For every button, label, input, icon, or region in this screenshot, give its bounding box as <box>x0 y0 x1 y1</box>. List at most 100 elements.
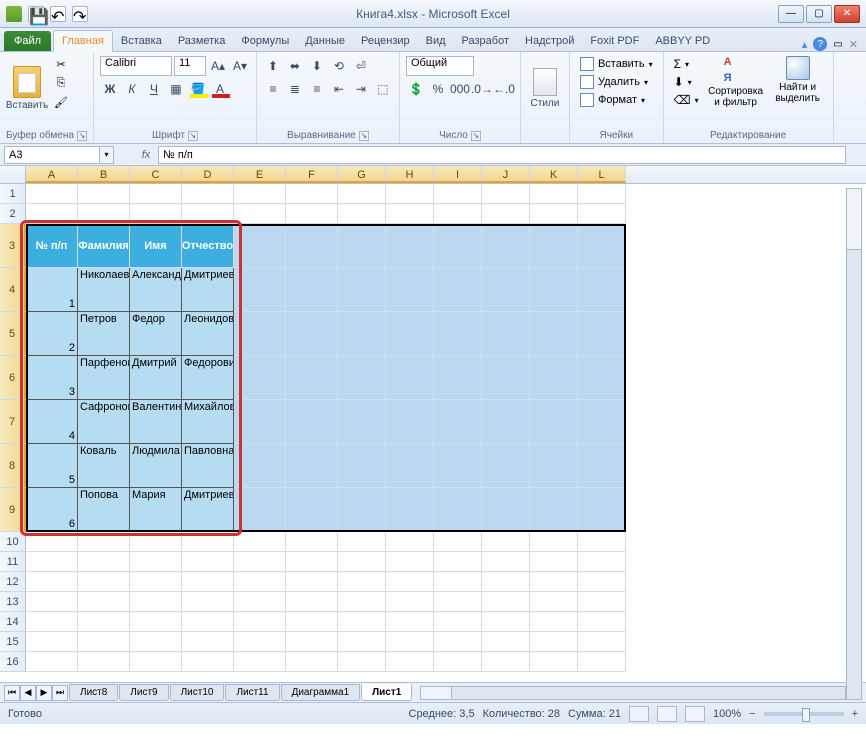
cell-D5[interactable]: Леонидович <box>182 312 234 356</box>
tab-разметка[interactable]: Разметка <box>170 31 234 51</box>
cell-I11[interactable] <box>434 552 482 572</box>
sheet-tab-Лист10[interactable]: Лист10 <box>170 684 225 701</box>
clipboard-dialog-launcher[interactable]: ↘ <box>77 131 87 141</box>
cell-E15[interactable] <box>234 632 286 652</box>
shrink-font-icon[interactable]: A▾ <box>230 56 250 76</box>
cell-J15[interactable] <box>482 632 530 652</box>
cell-D1[interactable] <box>182 184 234 204</box>
cell-K4[interactable] <box>530 268 578 312</box>
cell-G12[interactable] <box>338 572 386 592</box>
cell-B10[interactable] <box>78 532 130 552</box>
cell-C10[interactable] <box>130 532 182 552</box>
cell-I3[interactable] <box>434 224 482 268</box>
cell-K3[interactable] <box>530 224 578 268</box>
cell-A12[interactable] <box>26 572 78 592</box>
cell-H10[interactable] <box>386 532 434 552</box>
cell-B5[interactable]: Петров <box>78 312 130 356</box>
maximize-button[interactable]: ▢ <box>806 5 832 23</box>
ribbon-options-icon[interactable]: ▭ <box>833 39 842 50</box>
cell-K11[interactable] <box>530 552 578 572</box>
col-header-D[interactable]: D <box>182 166 234 183</box>
cell-C1[interactable] <box>130 184 182 204</box>
cell-C16[interactable] <box>130 652 182 672</box>
cell-H9[interactable] <box>386 488 434 532</box>
cell-H13[interactable] <box>386 592 434 612</box>
grow-font-icon[interactable]: A▴ <box>208 56 228 76</box>
col-header-B[interactable]: B <box>78 166 130 183</box>
cell-I9[interactable] <box>434 488 482 532</box>
col-header-K[interactable]: K <box>530 166 578 183</box>
cell-F15[interactable] <box>286 632 338 652</box>
cell-A2[interactable] <box>26 204 78 224</box>
cell-F5[interactable] <box>286 312 338 356</box>
cell-F2[interactable] <box>286 204 338 224</box>
cell-J1[interactable] <box>482 184 530 204</box>
cell-A8[interactable]: 5 <box>26 444 78 488</box>
row-header-16[interactable]: 16 <box>0 652 26 672</box>
insert-cells-button[interactable]: Вставить▾ <box>576 56 657 72</box>
cell-J13[interactable] <box>482 592 530 612</box>
cell-E7[interactable] <box>234 400 286 444</box>
cell-G3[interactable] <box>338 224 386 268</box>
col-header-G[interactable]: G <box>338 166 386 183</box>
cell-G14[interactable] <box>338 612 386 632</box>
view-layout-icon[interactable] <box>657 706 677 722</box>
cell-C14[interactable] <box>130 612 182 632</box>
col-header-A[interactable]: A <box>26 166 78 183</box>
cell-K13[interactable] <box>530 592 578 612</box>
cell-B6[interactable]: Парфенов <box>78 356 130 400</box>
fx-icon[interactable]: fx <box>134 149 158 161</box>
sheet-tab-Лист11[interactable]: Лист11 <box>225 684 279 701</box>
cell-H16[interactable] <box>386 652 434 672</box>
cell-G15[interactable] <box>338 632 386 652</box>
cell-D13[interactable] <box>182 592 234 612</box>
cell-G10[interactable] <box>338 532 386 552</box>
cell-C9[interactable]: Мария <box>130 488 182 532</box>
cell-K9[interactable] <box>530 488 578 532</box>
cell-A9[interactable]: 6 <box>26 488 78 532</box>
cell-G13[interactable] <box>338 592 386 612</box>
cell-J14[interactable] <box>482 612 530 632</box>
cell-I8[interactable] <box>434 444 482 488</box>
italic-button[interactable]: К <box>122 79 142 99</box>
underline-button[interactable]: Ч <box>144 79 164 99</box>
cell-G8[interactable] <box>338 444 386 488</box>
cell-D2[interactable] <box>182 204 234 224</box>
format-painter-icon[interactable]: 🖌 <box>52 94 70 110</box>
font-name-select[interactable]: Calibri <box>100 56 172 76</box>
cell-J16[interactable] <box>482 652 530 672</box>
percent-icon[interactable]: % <box>428 79 448 99</box>
cell-D16[interactable] <box>182 652 234 672</box>
cell-H6[interactable] <box>386 356 434 400</box>
cell-A14[interactable] <box>26 612 78 632</box>
cell-G9[interactable] <box>338 488 386 532</box>
comma-icon[interactable]: 000 <box>450 79 470 99</box>
cell-J3[interactable] <box>482 224 530 268</box>
row-header-2[interactable]: 2 <box>0 204 26 224</box>
cell-L15[interactable] <box>578 632 626 652</box>
font-color-button[interactable]: A <box>210 79 230 99</box>
sort-filter-button[interactable]: Сортировка и фильтр <box>707 56 765 108</box>
cell-E1[interactable] <box>234 184 286 204</box>
cell-J10[interactable] <box>482 532 530 552</box>
cell-B7[interactable]: Сафронова <box>78 400 130 444</box>
cell-D3[interactable]: Отчество <box>182 224 234 268</box>
row-header-7[interactable]: 7 <box>0 400 26 444</box>
row-header-5[interactable]: 5 <box>0 312 26 356</box>
select-all-corner[interactable] <box>0 166 26 183</box>
cell-G2[interactable] <box>338 204 386 224</box>
cell-K12[interactable] <box>530 572 578 592</box>
cell-L1[interactable] <box>578 184 626 204</box>
view-break-icon[interactable] <box>685 706 705 722</box>
cell-K6[interactable] <box>530 356 578 400</box>
cell-H3[interactable] <box>386 224 434 268</box>
cell-L2[interactable] <box>578 204 626 224</box>
cell-D11[interactable] <box>182 552 234 572</box>
align-top-icon[interactable]: ⬆ <box>263 56 283 76</box>
cell-A7[interactable]: 4 <box>26 400 78 444</box>
cell-F4[interactable] <box>286 268 338 312</box>
col-header-E[interactable]: E <box>234 166 286 183</box>
indent-dec-icon[interactable]: ⇤ <box>329 79 349 99</box>
sheet-nav-next[interactable]: ▶ <box>36 685 52 701</box>
cell-K7[interactable] <box>530 400 578 444</box>
